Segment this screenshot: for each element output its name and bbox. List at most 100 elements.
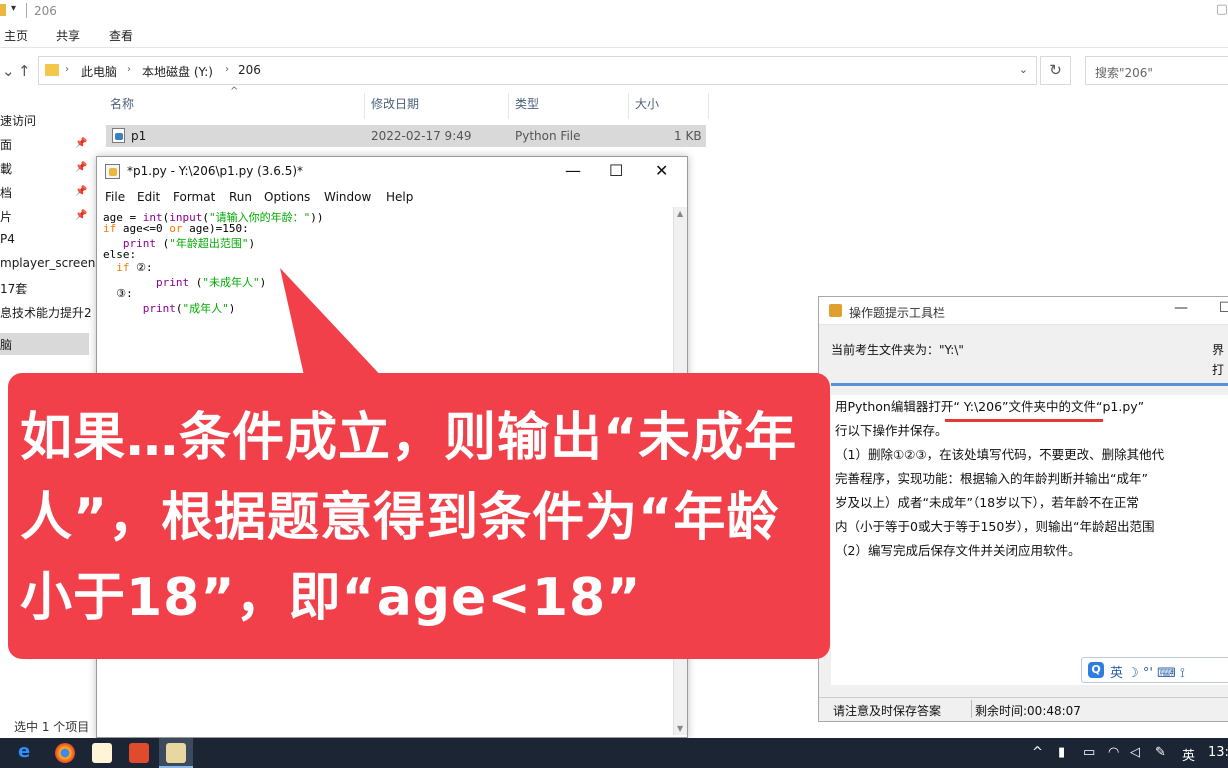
- ime-logo-icon[interactable]: Q: [1088, 662, 1104, 678]
- back-chevron-icon[interactable]: ⌄: [2, 62, 15, 80]
- column-divider[interactable]: [364, 93, 365, 119]
- maximize-icon[interactable]: ☐: [609, 161, 623, 180]
- ime-toolbar[interactable]: Q 英 ☽ °' ⌨ ⟟: [1081, 657, 1228, 683]
- annotation-callout: 如果…条件成立，则输出“未成年 人”，根据题意得到条件为“年龄 小于18”，即“…: [8, 373, 830, 659]
- open-label[interactable]: 打: [1212, 361, 1224, 378]
- column-divider[interactable]: [508, 93, 509, 119]
- menu-edit[interactable]: Edit: [137, 190, 160, 204]
- column-header-modified[interactable]: 修改日期: [371, 95, 419, 117]
- menu-file[interactable]: File: [105, 190, 125, 204]
- quick-access-dropdown-icon[interactable]: ▾: [11, 3, 16, 14]
- tab-home[interactable]: 主页: [4, 27, 28, 44]
- nav-item-p4[interactable]: P4: [0, 232, 15, 246]
- menu-window[interactable]: Window: [324, 190, 371, 204]
- wifi-icon[interactable]: ◠: [1108, 745, 1119, 760]
- code-token: ): [228, 302, 236, 315]
- search-input[interactable]: 搜索"206": [1085, 56, 1228, 85]
- hint-titlebar: 操作题提示工具栏 — ☐: [819, 297, 1228, 325]
- instruction-line: 内（小于等于0或大于等于150岁），则输出“年龄超出范围: [835, 519, 1155, 534]
- code-token: or: [169, 222, 183, 235]
- minimize-icon[interactable]: —: [565, 161, 581, 180]
- column-header-type[interactable]: 类型: [515, 95, 539, 117]
- nav-item-17sets[interactable]: 17套: [0, 280, 27, 297]
- pin-icon: 📌: [75, 162, 88, 173]
- taskbar: e ^ ▮ ▭ ◠ ◁ ✎ 英 13:5: [0, 738, 1228, 768]
- nav-item-screenshots[interactable]: mplayer_screens: [0, 256, 102, 270]
- chevron-right-icon[interactable]: ›: [65, 64, 69, 75]
- instruction-line: （2）编写完成后保存文件并关闭应用软件。: [835, 543, 1081, 558]
- status-divider: [971, 700, 972, 718]
- restore-icon[interactable]: ▢: [1216, 2, 1228, 17]
- chevron-right-icon[interactable]: ›: [225, 64, 229, 75]
- nav-item-quick-access[interactable]: 速访问: [0, 112, 36, 129]
- column-header-name[interactable]: 名称: [110, 95, 134, 117]
- instructions-panel: 用Python编辑器打开“ Y:\206”文件夹中的文件“p1.py” 行以下操…: [831, 395, 1228, 685]
- nav-item-documents[interactable]: 档: [0, 184, 12, 201]
- callout-line-3: 小于18”，即“age<18”: [20, 568, 642, 628]
- menu-help[interactable]: Help: [386, 190, 413, 204]
- python-idle-task-icon[interactable]: [166, 743, 186, 763]
- menu-options[interactable]: Options: [264, 190, 310, 204]
- pen-icon[interactable]: ✎: [1155, 745, 1166, 760]
- tab-view[interactable]: 查看: [109, 27, 133, 44]
- column-divider[interactable]: [628, 93, 629, 119]
- address-bar[interactable]: › 此电脑 › 本地磁盘 (Y:) › 206 ⌄: [38, 56, 1037, 85]
- breadcrumb-this-pc[interactable]: 此电脑: [81, 63, 117, 80]
- code-line-7: ③:: [103, 287, 133, 300]
- usb-icon[interactable]: ▮: [1058, 745, 1065, 760]
- nav-item-it-skills[interactable]: 息技术能力提升2: [0, 304, 92, 321]
- idle-titlebar: *p1.py - Y:\206\p1.py (3.6.5)* — ☐ ✕: [97, 157, 687, 187]
- menu-run[interactable]: Run: [229, 190, 252, 204]
- scroll-up-icon[interactable]: ▲: [677, 209, 683, 218]
- breadcrumb-206[interactable]: 206: [238, 63, 261, 77]
- nav-item-pictures[interactable]: 片: [0, 208, 12, 225]
- callout-line-2: 人”，根据题意得到条件为“年龄: [20, 488, 780, 548]
- breadcrumb-local-disk[interactable]: 本地磁盘 (Y:): [142, 63, 213, 80]
- scroll-down-icon[interactable]: ▼: [677, 724, 683, 733]
- code-token: (: [175, 302, 183, 315]
- nav-item-this-pc[interactable]: 脑: [0, 333, 89, 355]
- clock[interactable]: 13:5: [1208, 745, 1228, 760]
- code-token: (: [189, 276, 203, 289]
- file-modified: 2022-02-17 9:49: [371, 129, 472, 143]
- nav-item-desktop[interactable]: 面: [0, 136, 12, 153]
- presentation-app-icon[interactable]: [129, 743, 149, 763]
- code-token: )): [310, 211, 324, 224]
- refresh-button[interactable]: ↻: [1040, 56, 1071, 85]
- document-app-icon[interactable]: [92, 743, 112, 763]
- code-line-5: if ②:: [103, 261, 152, 274]
- file-name: p1: [131, 129, 147, 143]
- remaining-time: 剩余时间:00:48:07: [975, 704, 1081, 718]
- address-row: ⌄ ↑ › 此电脑 › 本地磁盘 (Y:) › 206 ⌄ ↻ 搜索"206": [0, 54, 1228, 88]
- blue-divider: [831, 383, 1228, 386]
- tab-share[interactable]: 共享: [56, 27, 80, 44]
- ime-status[interactable]: 英 ☽ °' ⌨ ⟟: [1110, 662, 1185, 681]
- chevron-right-icon[interactable]: ›: [127, 64, 131, 75]
- search-placeholder: 搜索"206": [1095, 66, 1153, 80]
- column-divider[interactable]: [708, 93, 709, 119]
- titlebar-divider: [26, 3, 27, 18]
- callout-line-1: 如果…条件成立，则输出“未成年: [20, 408, 798, 468]
- code-token: age<=0: [116, 222, 170, 235]
- chevron-down-icon[interactable]: ⌄: [1019, 63, 1028, 76]
- interface-label[interactable]: 界: [1212, 341, 1224, 358]
- volume-icon[interactable]: ◁: [1130, 745, 1140, 760]
- pin-icon: 📌: [75, 138, 88, 149]
- ribbon-tabs: 主页 共享 查看: [0, 22, 1228, 48]
- chrome-icon[interactable]: [55, 743, 75, 763]
- nav-item-downloads[interactable]: 載: [0, 160, 12, 177]
- column-header-size[interactable]: 大小: [635, 95, 659, 117]
- hint-status-bar: 请注意及时保存答案 剩余时间:00:48:07: [819, 697, 1228, 721]
- file-row[interactable]: p1 2022-02-17 9:49 Python File 1 KB: [106, 125, 706, 147]
- input-language[interactable]: 英: [1182, 745, 1195, 764]
- chevron-up-icon[interactable]: ^: [1032, 745, 1043, 760]
- network-icon[interactable]: ▭: [1083, 745, 1095, 760]
- close-icon[interactable]: ✕: [655, 161, 668, 180]
- menu-format[interactable]: Format: [173, 190, 215, 204]
- code-token: if: [103, 222, 117, 235]
- maximize-icon[interactable]: ☐: [1219, 300, 1228, 316]
- edge-browser-icon[interactable]: e: [18, 741, 38, 762]
- minimize-icon[interactable]: —: [1174, 300, 1188, 316]
- up-arrow-icon[interactable]: ↑: [18, 62, 31, 80]
- instruction-line: 岁及以上）成者“未成年”（18岁以下），若年龄不在正常: [835, 495, 1139, 510]
